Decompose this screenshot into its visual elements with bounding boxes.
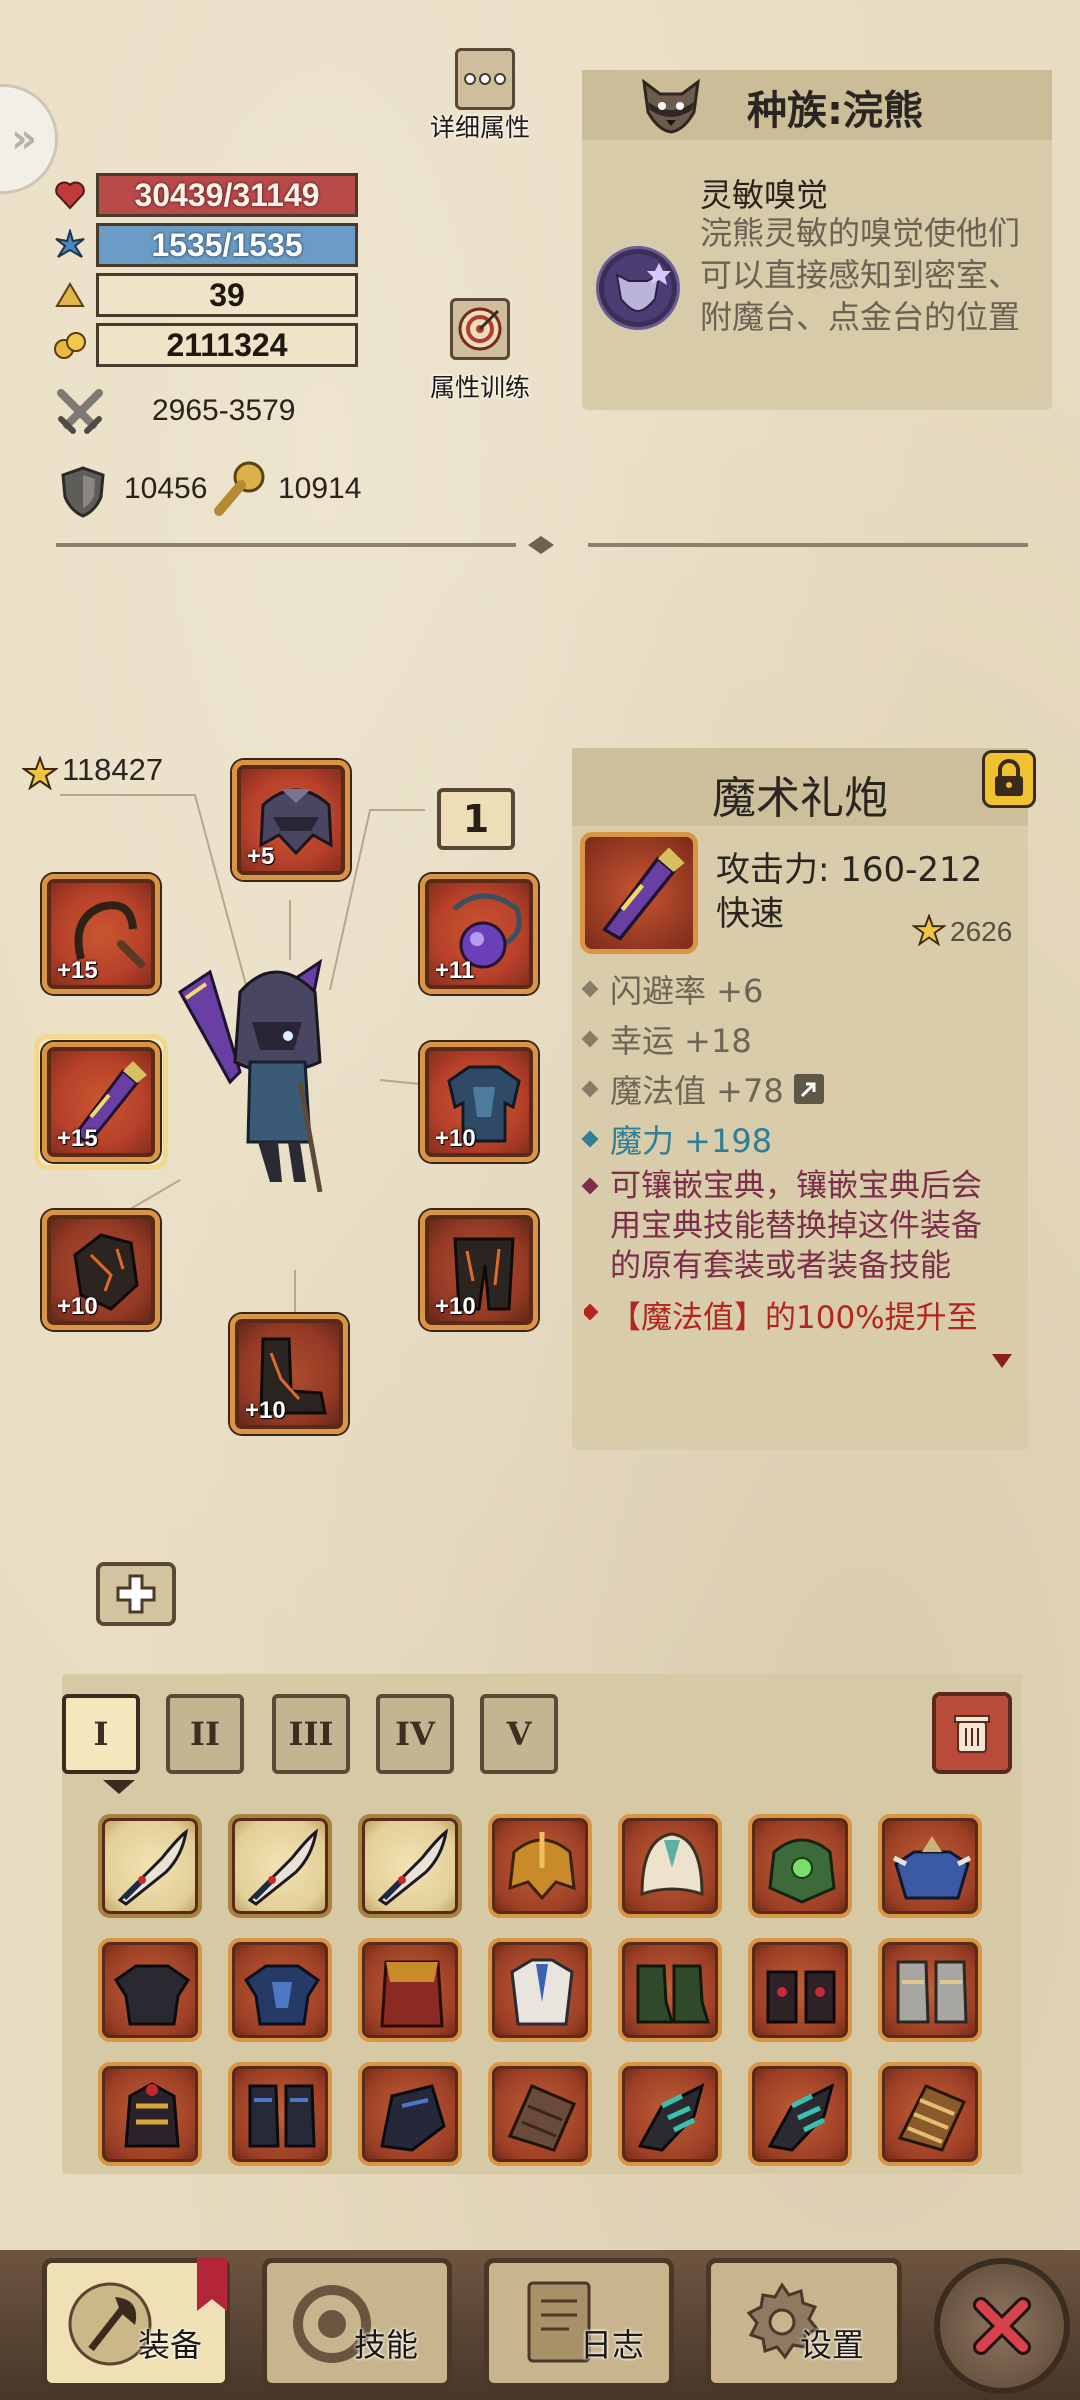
firework-cannon-large-icon (602, 847, 685, 941)
inventory-item-green-boots[interactable] (618, 1938, 722, 2042)
blue-chestplate-icon (243, 1964, 321, 2026)
inventory-item-dagger-3[interactable] (358, 1814, 462, 1918)
inventory-item-hood[interactable] (618, 1814, 722, 1918)
inventory-tab-3[interactable]: III (272, 1694, 350, 1774)
gold-gauntlet-icon (124, 2082, 180, 2148)
item-name: 魔术礼炮 (712, 773, 888, 824)
equipment-set-number[interactable]: 1 (437, 788, 515, 850)
curved-dagger-icon (117, 1828, 189, 1906)
inventory-item-dagger-2[interactable] (228, 1814, 332, 1918)
affix-codex-socket: 可镶嵌宝典，镶嵌宝典后会 用宝典技能替换掉这件装备 的原有套装或者装备技能 (581, 1166, 1010, 1286)
curved-dagger-icon (247, 1828, 319, 1906)
scroll-down-indicator[interactable] (992, 1354, 1012, 1368)
discard-button[interactable] (932, 1692, 1012, 1774)
inventory-tab-1[interactable]: I (62, 1694, 140, 1774)
inventory-item-dark-greaves[interactable] (228, 2062, 332, 2166)
dark-greaves-icon (248, 2084, 316, 2148)
item-score: 2626 (950, 916, 1013, 947)
nav-settings-label: 设置 (800, 2326, 865, 2364)
affix-mana: 魔法值 +78 (581, 1066, 824, 1112)
inventory-item-leather-bracer[interactable] (488, 2062, 592, 2166)
character-avatar (170, 952, 370, 1193)
affix-mana-conversion: 【魔法值】的100%提升至 (584, 1292, 978, 1336)
inventory-item-dagger-1[interactable] (98, 1814, 202, 1918)
item-speed: 快速 (716, 894, 784, 934)
nav-skills-label: 技能 (354, 2326, 419, 2364)
inventory-item-teal-claws-2[interactable] (748, 2062, 852, 2166)
lock-button[interactable] (982, 750, 1036, 808)
whip-level: +15 (57, 957, 98, 984)
gloves-level: +10 (57, 1293, 98, 1320)
close-button[interactable] (934, 2258, 1070, 2394)
firework-cannon-level: +15 (57, 1125, 98, 1152)
white-hood-icon (640, 1832, 704, 1897)
whip-slot[interactable]: +15 (42, 874, 160, 994)
nav-equipment-label: 装备 (138, 2326, 203, 2364)
inventory-item-dark-chest[interactable] (98, 1938, 202, 2042)
inventory-item-green-helm[interactable] (748, 1814, 852, 1918)
nav-log-label: 日志 (580, 2326, 645, 2364)
item-attack: 攻击力: 160-212 (716, 850, 983, 890)
inventory-item-white-vest[interactable] (488, 1938, 592, 2042)
necklace-level: +11 (435, 957, 475, 984)
item-info-panel: 魔术礼炮 攻击力: 160-212 快速 2626 闪避率 +6 幸运 +18 … (572, 748, 1036, 1450)
teal-claws-icon (767, 2083, 835, 2152)
inventory-item-gold-helm[interactable] (488, 1814, 592, 1918)
active-tab-pointer (103, 1780, 135, 1794)
inventory-item-silver-boots[interactable] (878, 1938, 982, 2042)
nav-log-button[interactable] (484, 2258, 674, 2388)
plus-icon (116, 1574, 156, 1614)
inventory-panel: I II III IV V (62, 1674, 1022, 2174)
boots-slot[interactable]: +10 (230, 1314, 348, 1434)
inventory-tab-4[interactable]: IV (376, 1694, 454, 1774)
red-robe-icon (380, 1960, 444, 2028)
helmet-level: +5 (247, 843, 275, 870)
necklace-slot[interactable]: +11 (420, 874, 538, 994)
red-gauntlets-icon (766, 1970, 836, 2024)
add-equipment-button[interactable] (96, 1562, 176, 1626)
affix-luck: 幸运 +18 (581, 1016, 752, 1062)
striped-bracer-icon (897, 2084, 967, 2152)
leg-armor-slot[interactable]: +10 (420, 1210, 538, 1330)
inventory-item-blue-chest[interactable] (228, 1938, 332, 2042)
active-ribbon-icon (197, 2257, 227, 2311)
blue-glove-icon (380, 2084, 446, 2152)
silver-boots-icon (896, 1960, 968, 2024)
chest-armor-level: +10 (435, 1125, 476, 1152)
spiked-armor-icon (892, 1836, 972, 1900)
inventory-item-red-gauntlets[interactable] (748, 1938, 852, 2042)
gloves-slot[interactable]: +10 (42, 1210, 160, 1330)
inventory-item-blue-glove[interactable] (358, 2062, 462, 2166)
item-score-star-icon (910, 913, 948, 950)
inventory-item-striped-bracer[interactable] (878, 2062, 982, 2166)
inventory-tab-2[interactable]: II (166, 1694, 244, 1774)
inventory-item-gold-gauntlet[interactable] (98, 2062, 202, 2166)
leg-armor-level: +10 (435, 1293, 476, 1320)
curved-dagger-icon (377, 1828, 449, 1906)
boots-level: +10 (245, 1397, 286, 1424)
inventory-item-teal-claws-1[interactable] (618, 2062, 722, 2166)
leather-bracer-icon (507, 2084, 576, 2152)
dark-chestplate-icon (113, 1964, 191, 2026)
item-icon-frame (580, 832, 698, 954)
firework-cannon-slot[interactable]: +15 (42, 1042, 160, 1162)
upgrade-arrow-icon (793, 1074, 824, 1104)
green-boots-icon (636, 1964, 711, 2024)
white-vest-icon (510, 1958, 574, 2026)
close-icon (973, 2297, 1031, 2355)
teal-claws-icon (637, 2083, 705, 2152)
padlock-icon (995, 759, 1023, 796)
golden-helmet-icon (508, 1832, 576, 1901)
affix-dodge: 闪避率 +6 (581, 966, 763, 1012)
affix-magic-power: 魔力 +198 (581, 1116, 772, 1162)
inventory-item-spiked-pauldron[interactable] (878, 1814, 982, 1918)
green-helmet-icon (768, 1838, 836, 1904)
chest-armor-slot[interactable]: +10 (420, 1042, 538, 1162)
trash-icon (954, 1715, 990, 1753)
inventory-item-red-robe[interactable] (358, 1938, 462, 2042)
inventory-tab-5[interactable]: V (480, 1694, 558, 1774)
helmet-slot[interactable]: +5 (232, 760, 350, 880)
